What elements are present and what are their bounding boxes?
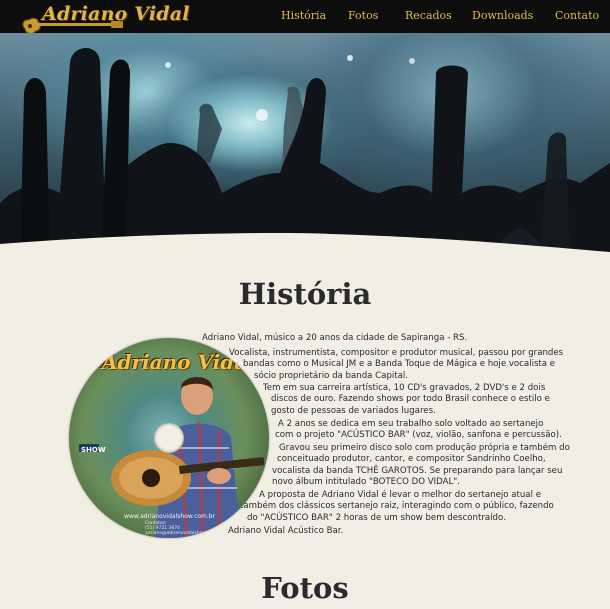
nav-item-fotos[interactable]: Fotos [348,9,378,22]
top-navbar: Adriano Vidal História Fotos Recados Dow… [0,0,610,34]
cd-title: Adriano Vidal [102,350,255,374]
historia-paragraph-1: Vocalista, instrumentista, compositor e … [229,348,564,381]
fotos-title: Fotos [261,571,349,605]
brand-name: Adriano Vidal [42,3,190,25]
nav-item-downloads[interactable]: Downloads [472,9,533,22]
cd-contact: Contatos: (51) 9721 3674 adriano@adriano… [145,521,223,536]
historia-paragraph-2: Tem em sua carreira artística, 10 CD's g… [263,383,550,416]
historia-paragraph-4: Gravou seu primeiro disco solo com produ… [272,443,570,487]
historia-title: História [238,277,372,311]
historia-paragraph-3: A 2 anos se dedica em seu trabalho solo … [275,419,562,441]
cd-show-label: SHOW [81,446,106,454]
nav-item-recados[interactable]: Recados [405,9,452,22]
cd-url: www.adrianovidalshow.com.br [124,513,216,520]
hero-curve-divider [0,233,610,266]
historia-paragraph-5: A proposta de Adriano Vidal é levar o me… [240,490,554,523]
nav-item-contato[interactable]: Contato [555,9,599,22]
cd-cover-image: Adriano Vidal SHOW www.adrianovidalshow.… [69,338,269,538]
nav-item-historia[interactable]: História [281,9,326,22]
cd-center-hole [154,423,184,453]
